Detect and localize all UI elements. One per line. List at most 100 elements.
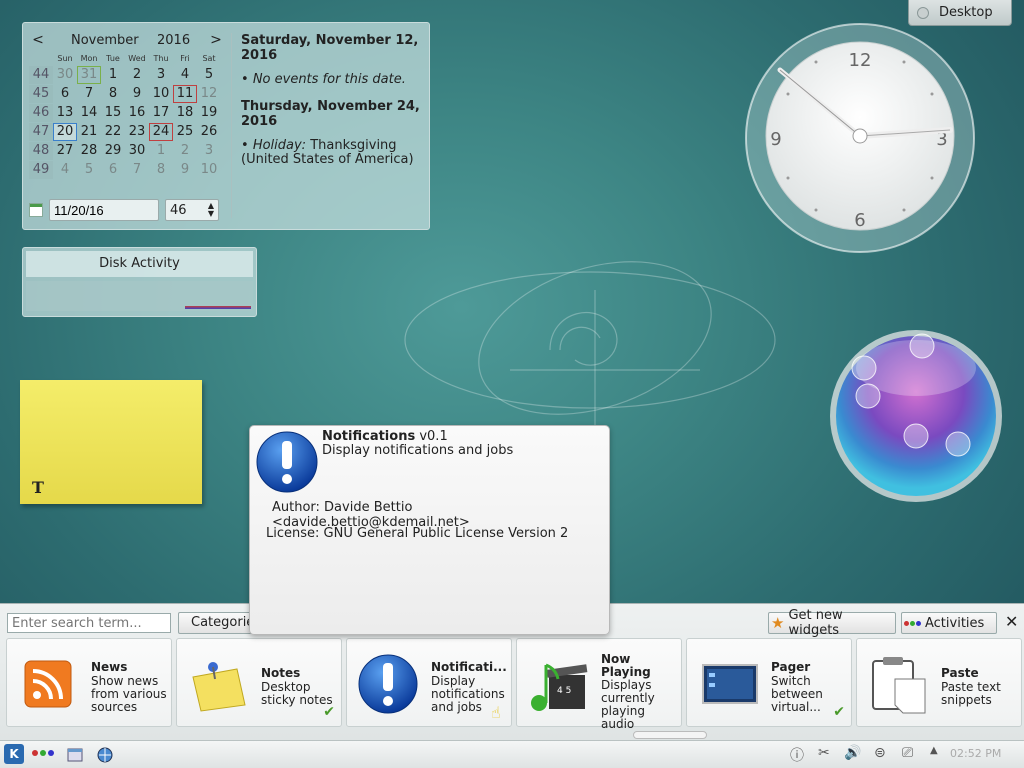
day-cell[interactable]: 25 xyxy=(173,123,197,141)
event-date-heading: Saturday, November 12, 2016 xyxy=(241,33,419,63)
day-cell[interactable]: 21 xyxy=(77,123,101,141)
display-icon[interactable]: ⎚ xyxy=(902,745,913,761)
toolbox-icon xyxy=(917,6,929,19)
week-row: 49 4 5 6 7 8 9 10 xyxy=(29,160,229,179)
close-explorer-button[interactable]: ✕ xyxy=(1005,612,1018,631)
week-number: 45 xyxy=(29,84,53,103)
day-cell[interactable]: 14 xyxy=(77,104,101,122)
event-entry: • Holiday: Thanksgiving (United States o… xyxy=(241,138,414,167)
date-input[interactable] xyxy=(49,199,159,221)
day-cell[interactable]: 23 xyxy=(125,123,149,141)
day-cell[interactable]: 18 xyxy=(173,104,197,122)
day-cell[interactable]: 1 xyxy=(101,66,125,84)
weekday-label: Fri xyxy=(180,54,190,63)
spin-arrows-icon[interactable]: ▲ ▼ xyxy=(208,202,214,218)
day-cell[interactable]: 12 xyxy=(197,85,221,103)
day-cell[interactable]: 5 xyxy=(197,66,221,84)
day-cell[interactable]: 2 xyxy=(125,66,149,84)
rss-feed-icon xyxy=(24,660,72,708)
day-cell[interactable]: 30 xyxy=(53,66,77,84)
day-cell-event[interactable]: 11 xyxy=(173,84,197,103)
explorer-scrollbar[interactable] xyxy=(633,731,707,739)
week-spinbox[interactable]: 46 ▲ ▼ xyxy=(165,199,219,221)
year-label[interactable]: 2016 xyxy=(157,33,207,48)
day-cell[interactable]: 17 xyxy=(149,104,173,122)
next-month-button[interactable]: > xyxy=(207,32,225,48)
activities-button[interactable]: Activities xyxy=(901,612,997,634)
day-cell[interactable]: 26 xyxy=(197,123,221,141)
tooltip-title: Notifications v0.1 xyxy=(322,429,448,444)
day-cell[interactable]: 29 xyxy=(101,142,125,160)
star-icon: ★ xyxy=(771,614,785,632)
day-cell[interactable]: 4 xyxy=(53,161,77,179)
widget-card-now-playing[interactable]: 4 5 Now Playing Displays currently playi… xyxy=(516,638,682,731)
day-cell[interactable]: 8 xyxy=(149,161,173,179)
widget-card-description: Paste text snippets xyxy=(941,680,1001,707)
prev-month-button[interactable]: < xyxy=(29,32,47,48)
desktop-toolbox-label: Desktop xyxy=(939,5,993,20)
day-cell-selected[interactable]: 20 xyxy=(53,122,77,141)
widget-card-name: Notificati... xyxy=(431,660,507,674)
day-cell[interactable]: 9 xyxy=(125,85,149,103)
day-cell[interactable]: 4 xyxy=(173,66,197,84)
day-cell[interactable]: 27 xyxy=(53,142,77,160)
widget-search-input[interactable] xyxy=(7,613,171,633)
calendar-grid: Sun Mon Tue Wed Thu Fri Sat 44 30 31 1 2… xyxy=(29,53,229,179)
tooltip-description: Display notifications and jobs xyxy=(322,443,514,458)
day-cell[interactable]: 31 xyxy=(77,65,101,84)
get-new-widgets-button[interactable]: ★ Get new widgets xyxy=(768,608,896,638)
info-tray-icon[interactable]: ⓘ xyxy=(790,745,804,765)
day-cell[interactable]: 22 xyxy=(101,123,125,141)
day-cell[interactable]: 10 xyxy=(149,85,173,103)
day-cell[interactable]: 16 xyxy=(125,104,149,122)
widget-info-tooltip: Notifications v0.1 Display notifications… xyxy=(249,425,610,635)
activity-switcher-icon[interactable] xyxy=(32,750,54,756)
network-icon[interactable]: ⊜ xyxy=(874,745,886,761)
day-cell[interactable]: 7 xyxy=(77,85,101,103)
widget-card-description: Show news from various sources xyxy=(91,674,167,714)
day-cell[interactable]: 10 xyxy=(197,161,221,179)
widget-card-notes[interactable]: Notes Desktop sticky notes ✔ xyxy=(176,638,342,727)
day-cell-event[interactable]: 24 xyxy=(149,122,173,141)
widget-card-notifications[interactable]: Notificati... Display notifications and … xyxy=(346,638,512,727)
web-browser-icon[interactable] xyxy=(96,746,114,764)
day-cell[interactable]: 2 xyxy=(173,142,197,160)
panel-clock[interactable]: 02:52 PM xyxy=(950,747,1001,760)
day-cell[interactable]: 30 xyxy=(125,142,149,160)
day-cell[interactable]: 3 xyxy=(149,66,173,84)
day-cell[interactable]: 19 xyxy=(197,104,221,122)
calendar-today-icon[interactable] xyxy=(29,203,43,217)
debian-swirl-background xyxy=(404,261,776,430)
widget-card-news[interactable]: News Show news from various sources xyxy=(6,638,172,727)
day-cell[interactable]: 1 xyxy=(149,142,173,160)
disk-activity-widget: Disk Activity xyxy=(22,247,257,317)
calendar-widget: < November 2016 > Sun Mon Tue Wed Thu Fr… xyxy=(22,22,430,230)
clipboard-scissors-icon[interactable]: ✂ xyxy=(818,745,830,761)
day-cell[interactable]: 15 xyxy=(101,104,125,122)
day-cell[interactable]: 28 xyxy=(77,142,101,160)
tray-expand-icon[interactable]: ▲ xyxy=(930,745,938,756)
widget-card-paste[interactable]: Paste Paste text snippets xyxy=(856,638,1022,727)
day-cell[interactable]: 5 xyxy=(77,161,101,179)
volume-icon[interactable]: 🔊 xyxy=(844,745,861,761)
text-format-icon[interactable]: T xyxy=(32,478,44,497)
checkmark-icon: ✔ xyxy=(323,704,335,720)
day-cell[interactable]: 9 xyxy=(173,161,197,179)
day-cell[interactable]: 6 xyxy=(53,85,77,103)
show-desktop-icon[interactable] xyxy=(66,746,84,764)
day-cell[interactable]: 8 xyxy=(101,85,125,103)
application-launcher-button[interactable]: K xyxy=(4,744,24,764)
weekday-label: Sun xyxy=(57,54,73,63)
month-label[interactable]: November xyxy=(71,33,157,48)
widget-card-pager[interactable]: Pager Switch between virtual... ✔ xyxy=(686,638,852,727)
day-cell[interactable]: 6 xyxy=(101,161,125,179)
day-cell[interactable]: 13 xyxy=(53,104,77,122)
day-cell[interactable]: 7 xyxy=(125,161,149,179)
week-row: 46 13 14 15 16 17 18 19 xyxy=(29,103,229,122)
day-cell[interactable]: 3 xyxy=(197,142,221,160)
sticky-note-widget[interactable]: T xyxy=(20,380,202,504)
disk-activity-graph xyxy=(26,281,253,311)
disk-activity-title: Disk Activity xyxy=(26,251,253,277)
mouse-pointer-icon: ☝ xyxy=(491,703,501,722)
tooltip-license: License: GNU General Public License Vers… xyxy=(266,526,569,541)
